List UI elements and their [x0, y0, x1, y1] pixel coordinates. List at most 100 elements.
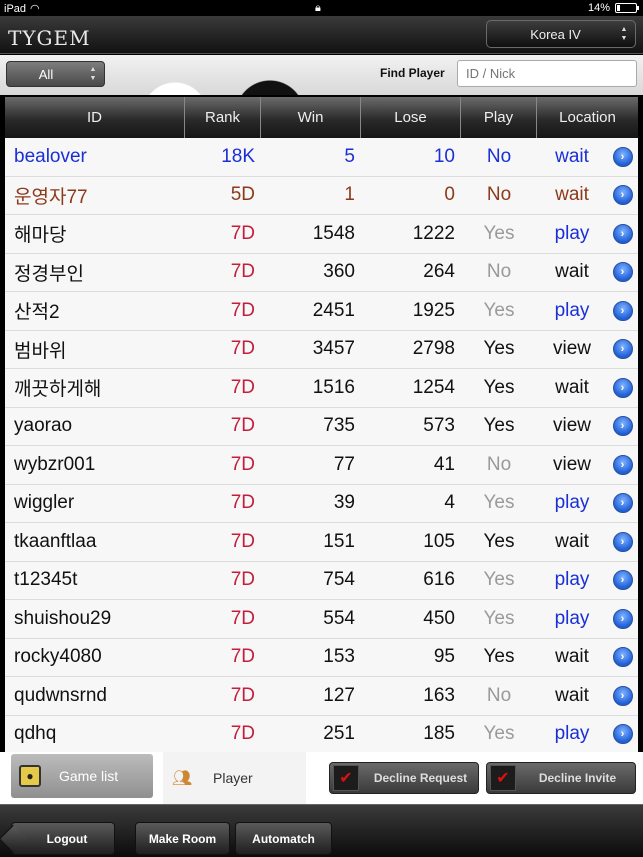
row-detail-button[interactable]: ›: [607, 377, 638, 398]
filter-select[interactable]: All ▲ ▼: [6, 61, 105, 87]
tab-player[interactable]: 👥︎ Player: [163, 752, 306, 804]
decline-invite-toggle[interactable]: ✔ Decline Invite: [486, 762, 636, 794]
player-play-status: Yes: [483, 607, 515, 629]
row-detail-button[interactable]: ›: [607, 454, 638, 475]
table-row[interactable]: wiggler 7D 39 4 Yes play ›: [5, 484, 638, 523]
make-room-button[interactable]: Make Room: [135, 822, 230, 855]
column-header-win[interactable]: Win: [261, 97, 361, 138]
player-wins: 5: [344, 145, 355, 167]
server-select[interactable]: Korea IV ▲ ▼: [486, 20, 636, 48]
player-losses: 2798: [412, 338, 455, 360]
find-player-input[interactable]: [457, 60, 637, 87]
chevron-right-circle-icon: ›: [612, 146, 633, 167]
table-row[interactable]: 깨끗하게해 7D 1516 1254 Yes wait ›: [5, 369, 638, 408]
table-row[interactable]: 산적2 7D 2451 1925 Yes play ›: [5, 292, 638, 331]
player-wins: 39: [333, 492, 355, 514]
player-location: play: [554, 607, 590, 629]
status-bar: iPad ◠ 🔒︎ 14%: [0, 0, 643, 16]
player-id: rocky4080: [14, 646, 102, 668]
table-row[interactable]: rocky4080 7D 153 95 Yes wait ›: [5, 638, 638, 677]
row-detail-button[interactable]: ›: [607, 416, 638, 437]
column-header-id[interactable]: ID: [5, 97, 185, 138]
player-play-status: No: [486, 453, 512, 475]
automatch-button[interactable]: Automatch: [235, 822, 332, 855]
table-row[interactable]: 운영자77 5D 1 0 No wait ›: [5, 176, 638, 215]
player-id: tkaanftlaa: [14, 530, 97, 552]
row-detail-button[interactable]: ›: [607, 339, 638, 360]
player-location: wait: [555, 261, 589, 283]
row-detail-button[interactable]: ›: [607, 647, 638, 668]
row-detail-button[interactable]: ›: [607, 262, 638, 283]
player-id: 해마당: [14, 225, 67, 247]
row-detail-button[interactable]: ›: [607, 493, 638, 514]
player-losses: 573: [423, 415, 455, 437]
row-detail-button[interactable]: ›: [607, 531, 638, 552]
player-play-status: No: [486, 184, 512, 206]
player-wins: 153: [323, 646, 355, 668]
table-row[interactable]: yaorao 7D 735 573 Yes view ›: [5, 407, 638, 446]
player-losses: 264: [423, 261, 455, 283]
player-rank: 7D: [230, 684, 255, 706]
column-header-lose[interactable]: Lose: [361, 97, 461, 138]
row-detail-button[interactable]: ›: [607, 146, 638, 167]
player-id: 산적2: [14, 302, 60, 324]
chevron-right-circle-icon: ›: [612, 493, 633, 514]
player-wins: 1548: [312, 222, 355, 244]
row-detail-button[interactable]: ›: [607, 223, 638, 244]
player-id: 운영자77: [14, 186, 88, 208]
row-detail-button[interactable]: ›: [607, 608, 638, 629]
table-row[interactable]: wybzr001 7D 77 41 No view ›: [5, 446, 638, 485]
player-rank: 7D: [230, 261, 255, 283]
player-id: qdhq: [14, 723, 57, 745]
table-row[interactable]: qudwnsrnd 7D 127 163 No wait ›: [5, 677, 638, 716]
row-detail-button[interactable]: ›: [607, 300, 638, 321]
player-id: wybzr001: [14, 453, 96, 475]
row-detail-button[interactable]: ›: [607, 685, 638, 706]
player-id: 깨끗하게해: [14, 379, 102, 401]
tab-game-list[interactable]: ● Game list: [11, 754, 153, 798]
decline-request-toggle[interactable]: ✔ Decline Request: [329, 762, 479, 794]
column-header-play[interactable]: Play: [461, 97, 537, 138]
player-wins: 127: [323, 684, 355, 706]
player-wins: 754: [323, 569, 355, 591]
player-rank: 7D: [230, 376, 255, 398]
table-row[interactable]: 정경부인 7D 360 264 No wait ›: [5, 253, 638, 292]
select-stepper-icon: ▲ ▼: [620, 26, 628, 42]
find-player-label: Find Player: [380, 66, 445, 80]
table-row[interactable]: shuishou29 7D 554 450 Yes play ›: [5, 600, 638, 639]
row-detail-button[interactable]: ›: [607, 185, 638, 206]
player-location: play: [554, 492, 590, 514]
table-row[interactable]: 해마당 7D 1548 1222 Yes play ›: [5, 215, 638, 254]
table-row[interactable]: 범바위 7D 3457 2798 Yes view ›: [5, 330, 638, 369]
player-losses: 95: [433, 646, 455, 668]
bottom-toolbar: Logout Make Room Automatch: [0, 804, 643, 857]
column-header-rank[interactable]: Rank: [185, 97, 261, 138]
player-location: play: [554, 723, 590, 745]
table-header: ID Rank Win Lose Play Location: [5, 97, 638, 138]
row-detail-button[interactable]: ›: [607, 570, 638, 591]
player-list: bealover 18K 5 10 No wait › 운영자77 5D 1 0 No wait › 해마당…: [5, 138, 638, 752]
row-detail-button[interactable]: ›: [607, 724, 638, 745]
go-board-icon: ●: [19, 765, 41, 787]
chevron-right-circle-icon: ›: [612, 724, 633, 745]
player-losses: 450: [423, 607, 455, 629]
table-row[interactable]: bealover 18K 5 10 No wait ›: [5, 138, 638, 177]
app-logo: TYGEM: [8, 26, 91, 50]
player-play-status: Yes: [483, 376, 515, 398]
player-id: shuishou29: [14, 607, 112, 629]
logout-button[interactable]: Logout: [11, 822, 115, 855]
table-row[interactable]: tkaanftlaa 7D 151 105 Yes wait ›: [5, 523, 638, 562]
player-rank: 5D: [230, 184, 255, 206]
player-play-status: Yes: [483, 415, 515, 437]
player-wins: 1: [344, 184, 355, 206]
player-losses: 10: [433, 145, 455, 167]
player-id: 범바위: [14, 340, 67, 362]
chevron-right-circle-icon: ›: [612, 339, 633, 360]
player-wins: 2451: [312, 299, 355, 321]
players-icon: 👥︎: [171, 770, 193, 787]
table-row[interactable]: qdhq 7D 251 185 Yes play ›: [5, 715, 638, 752]
player-losses: 185: [423, 723, 455, 745]
column-header-location[interactable]: Location: [537, 97, 638, 138]
table-row[interactable]: t12345t 7D 754 616 Yes play ›: [5, 561, 638, 600]
player-play-status: Yes: [483, 299, 515, 321]
